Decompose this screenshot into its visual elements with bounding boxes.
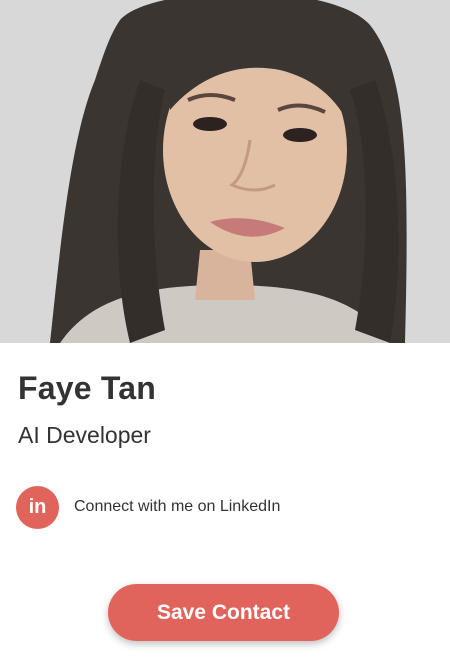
linkedin-icon: in xyxy=(16,485,59,529)
linkedin-link[interactable]: in Connect with me on LinkedIn xyxy=(16,485,280,529)
profile-name: Faye Tan xyxy=(18,370,156,406)
profile-title: AI Developer xyxy=(18,422,151,448)
profile-photo xyxy=(0,0,450,343)
linkedin-link-label: Connect with me on LinkedIn xyxy=(74,498,281,515)
save-contact-button[interactable]: Save Contact xyxy=(108,584,339,641)
profile-photo-illustration xyxy=(0,0,450,343)
